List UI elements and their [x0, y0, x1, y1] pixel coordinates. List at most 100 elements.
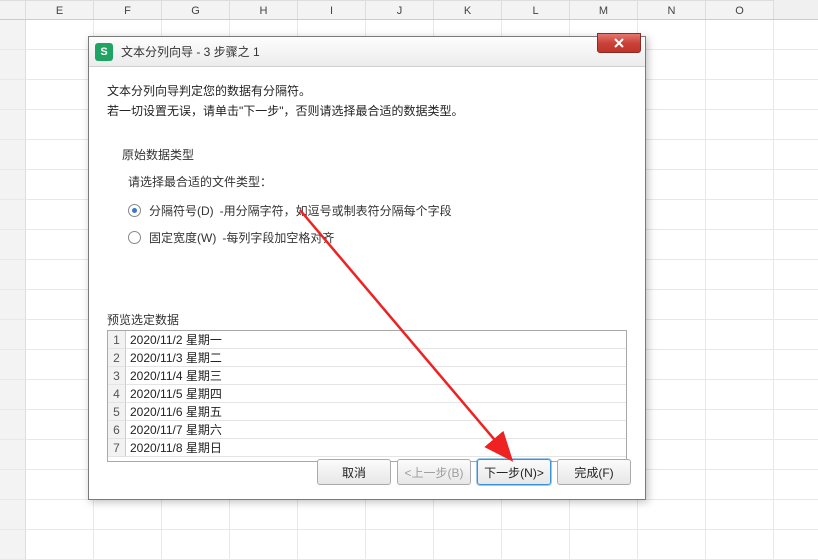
cell[interactable] — [638, 290, 706, 319]
cell[interactable] — [706, 20, 774, 49]
cell[interactable] — [638, 260, 706, 289]
cell[interactable] — [502, 500, 570, 529]
cell[interactable] — [706, 500, 774, 529]
cell[interactable] — [162, 530, 230, 559]
row-header[interactable] — [0, 110, 26, 139]
cell[interactable] — [26, 530, 94, 559]
row-header[interactable] — [0, 290, 26, 319]
column-header[interactable]: O — [706, 0, 774, 19]
cell[interactable] — [638, 470, 706, 499]
column-header[interactable]: E — [26, 0, 94, 19]
radio-delimited[interactable] — [128, 204, 141, 217]
row-header[interactable] — [0, 440, 26, 469]
cell[interactable] — [706, 200, 774, 229]
cell[interactable] — [638, 350, 706, 379]
column-header[interactable]: G — [162, 0, 230, 19]
cell[interactable] — [298, 530, 366, 559]
cell[interactable] — [570, 500, 638, 529]
cell[interactable] — [638, 320, 706, 349]
column-header[interactable]: M — [570, 0, 638, 19]
row-header[interactable] — [0, 260, 26, 289]
cell[interactable] — [26, 500, 94, 529]
row-header[interactable] — [0, 470, 26, 499]
cell[interactable] — [706, 410, 774, 439]
cell[interactable] — [706, 80, 774, 109]
row-header[interactable] — [0, 80, 26, 109]
cell[interactable] — [502, 530, 570, 559]
cell[interactable] — [706, 110, 774, 139]
cell[interactable] — [638, 440, 706, 469]
cell[interactable] — [26, 290, 94, 319]
cell[interactable] — [638, 230, 706, 259]
cell[interactable] — [26, 260, 94, 289]
row-header[interactable] — [0, 500, 26, 529]
cell[interactable] — [638, 140, 706, 169]
cell[interactable] — [162, 500, 230, 529]
cancel-button[interactable]: 取消 — [317, 459, 391, 485]
row-header[interactable] — [0, 50, 26, 79]
cell[interactable] — [638, 50, 706, 79]
next-button[interactable]: 下一步(N)> — [477, 459, 551, 485]
row-header[interactable] — [0, 230, 26, 259]
row-header[interactable] — [0, 200, 26, 229]
cell[interactable] — [706, 260, 774, 289]
cell[interactable] — [26, 470, 94, 499]
cell[interactable] — [638, 410, 706, 439]
cell[interactable] — [706, 140, 774, 169]
cell[interactable] — [366, 500, 434, 529]
row-header[interactable] — [0, 20, 26, 49]
cell[interactable] — [638, 170, 706, 199]
cell[interactable] — [366, 530, 434, 559]
cell[interactable] — [94, 530, 162, 559]
radio-row-fixed[interactable]: 固定宽度(W) -每列字段加空格对齐 — [128, 229, 612, 246]
finish-button[interactable]: 完成(F) — [557, 459, 631, 485]
radio-row-delimited[interactable]: 分隔符号(D) -用分隔字符，如逗号或制表符分隔每个字段 — [128, 202, 612, 219]
cell[interactable] — [26, 80, 94, 109]
column-header[interactable]: N — [638, 0, 706, 19]
cell[interactable] — [706, 440, 774, 469]
cell[interactable] — [230, 530, 298, 559]
column-header[interactable]: J — [366, 0, 434, 19]
cell[interactable] — [26, 200, 94, 229]
row-header[interactable] — [0, 170, 26, 199]
cell[interactable] — [434, 530, 502, 559]
cell[interactable] — [706, 170, 774, 199]
row-header[interactable] — [0, 350, 26, 379]
row-header[interactable] — [0, 380, 26, 409]
cell[interactable] — [94, 500, 162, 529]
cell[interactable] — [638, 200, 706, 229]
cell[interactable] — [26, 410, 94, 439]
cell[interactable] — [434, 500, 502, 529]
cell[interactable] — [706, 470, 774, 499]
row-header[interactable] — [0, 320, 26, 349]
cell[interactable] — [706, 290, 774, 319]
cell[interactable] — [26, 50, 94, 79]
radio-fixed[interactable] — [128, 231, 141, 244]
cell[interactable] — [706, 230, 774, 259]
cell[interactable] — [706, 380, 774, 409]
cell[interactable] — [26, 320, 94, 349]
row-header[interactable] — [0, 140, 26, 169]
column-header[interactable]: L — [502, 0, 570, 19]
cell[interactable] — [26, 230, 94, 259]
cell[interactable] — [26, 140, 94, 169]
cell[interactable] — [638, 380, 706, 409]
cell[interactable] — [26, 170, 94, 199]
cell[interactable] — [26, 20, 94, 49]
cell[interactable] — [298, 500, 366, 529]
cell[interactable] — [706, 350, 774, 379]
row-header[interactable] — [0, 410, 26, 439]
cell[interactable] — [638, 80, 706, 109]
column-header[interactable]: I — [298, 0, 366, 19]
cell[interactable] — [706, 50, 774, 79]
row-header[interactable] — [0, 530, 26, 559]
column-header[interactable]: H — [230, 0, 298, 19]
cell[interactable] — [706, 530, 774, 559]
column-header[interactable]: K — [434, 0, 502, 19]
cell[interactable] — [230, 500, 298, 529]
cell[interactable] — [638, 500, 706, 529]
cell[interactable] — [570, 530, 638, 559]
close-button[interactable] — [597, 33, 641, 53]
cell[interactable] — [26, 440, 94, 469]
cell[interactable] — [638, 20, 706, 49]
